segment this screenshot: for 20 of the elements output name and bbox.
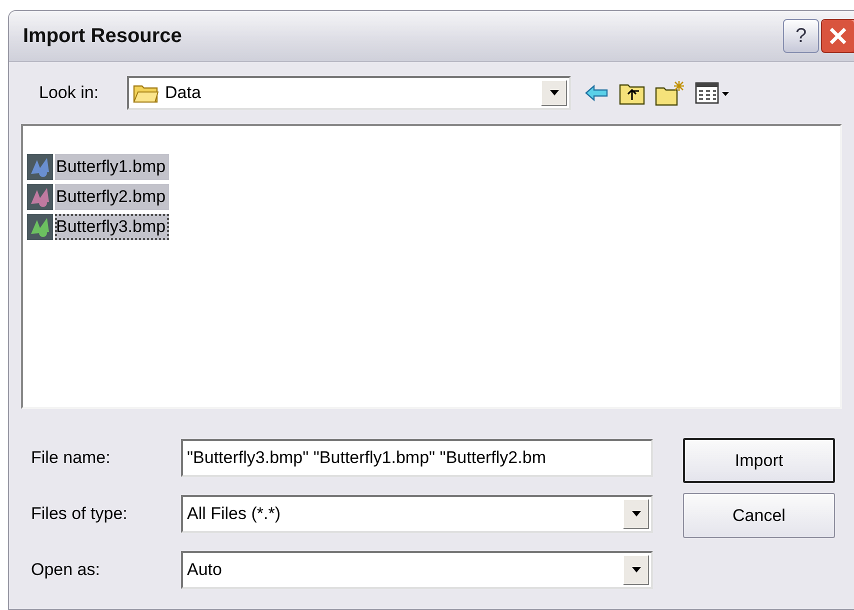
look-in-dropdown[interactable]: Data [127, 76, 571, 110]
view-menu-icon[interactable] [695, 81, 731, 105]
new-folder-icon[interactable] [655, 80, 685, 106]
help-button[interactable]: ? [783, 19, 819, 53]
dialog-button[interactable]: Import [683, 438, 835, 483]
dropdown-field[interactable]: Auto [181, 551, 653, 589]
look-in-label: Look in: [39, 83, 100, 103]
dropdown-field[interactable]: All Files (*.*) [181, 495, 653, 533]
field-label: File name: [30, 448, 112, 468]
file-item[interactable]: Butterfly2.bmp [55, 184, 169, 210]
file-name-field[interactable]: "Butterfly3.bmp" "Butterfly1.bmp" "Butterfly2.bm [181, 439, 653, 477]
file-item[interactable]: Butterfly3.bmp [55, 214, 169, 240]
field-label: Files of type: [30, 504, 128, 524]
window-title: Import Resource [23, 24, 183, 48]
close-icon[interactable] [821, 19, 854, 53]
field-label: Open as: [30, 560, 101, 580]
folder-icon [133, 83, 159, 103]
dialog-button[interactable]: Cancel [683, 493, 835, 538]
back-arrow-icon[interactable] [585, 84, 609, 102]
file-item[interactable]: Butterfly1.bmp [55, 154, 169, 180]
